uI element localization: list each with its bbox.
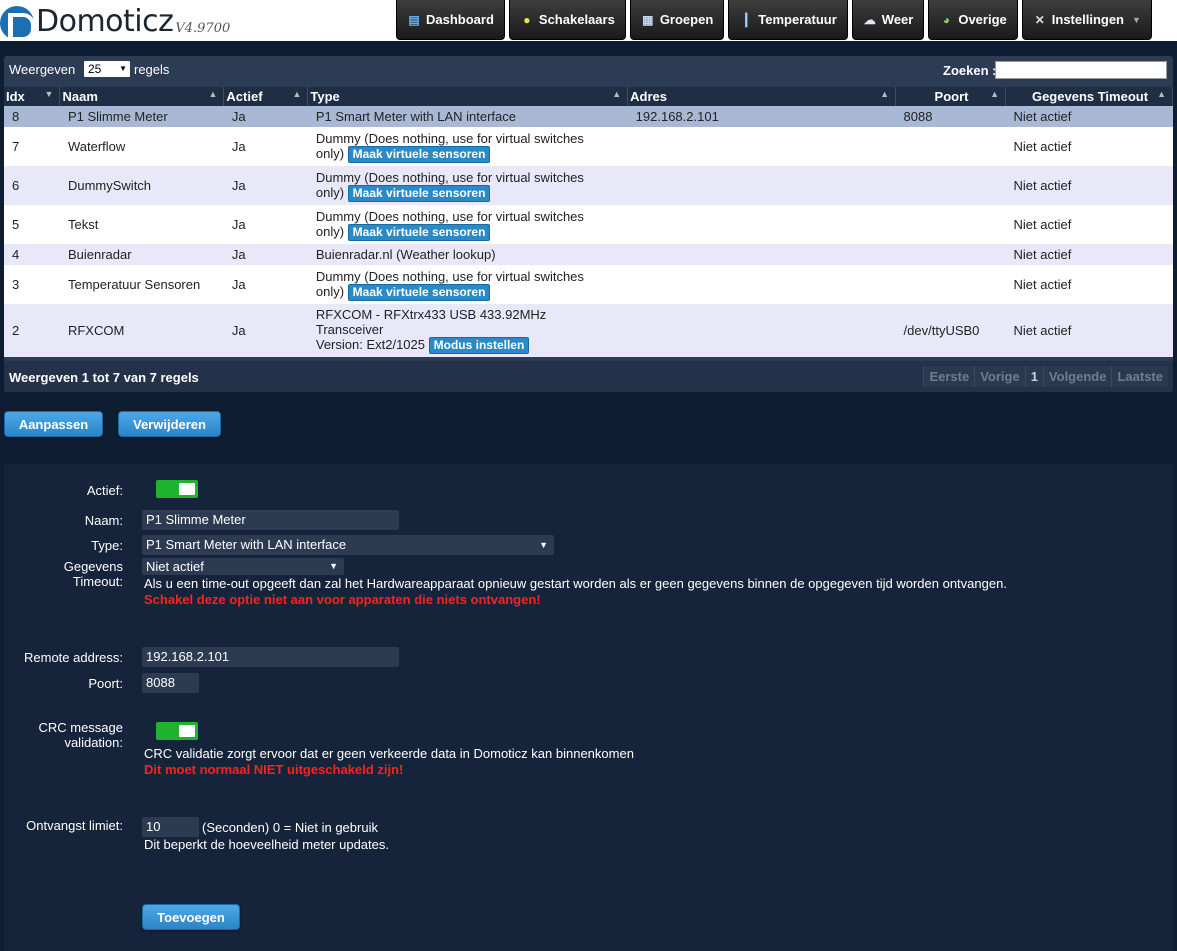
poort-input[interactable]: 8088 xyxy=(142,673,199,693)
type-cell: RFXCOM - RFXtrx433 USB 433.92MHz Transcei… xyxy=(307,304,628,357)
type-cell: Dummy (Does nothing, use for virtual swi… xyxy=(307,166,628,205)
table-row[interactable]: 2 RFXCOM Ja RFXCOM - RFXtrx433 USB 433.9… xyxy=(4,304,1173,357)
pager-page-1[interactable]: 1 xyxy=(1024,366,1043,387)
limiet-input[interactable]: 10 xyxy=(142,817,199,837)
hardware-table: Idx ▼ Naam ▲ Actief ▲ Type ▲ Adres ▲ Poort ▲ G… xyxy=(4,87,1173,357)
weather-icon: ☁ xyxy=(863,12,876,27)
create-virtual-sensors-button[interactable]: Maak virtuele sensoren xyxy=(347,283,491,301)
rows-label: regels xyxy=(134,62,170,77)
nav-groepen[interactable]: ▦ Groepen xyxy=(629,0,725,40)
chevron-down-icon: ▼ xyxy=(539,540,548,550)
timeout-warning: Schakel deze optie niet aan voor apparat… xyxy=(144,592,541,607)
page-length-select[interactable]: 25 xyxy=(84,61,130,77)
col-idx[interactable]: Idx ▼ xyxy=(4,87,61,106)
lightbulb-icon: ● xyxy=(523,12,531,27)
set-mode-button[interactable]: Modus instellen xyxy=(428,337,530,354)
pager-first[interactable]: Eerste xyxy=(923,366,975,387)
crc-help: CRC validatie zorgt ervoor dat er geen v… xyxy=(144,746,634,761)
timeout-select[interactable]: Niet actief ▼ xyxy=(142,558,344,575)
crc-warning: Dit moet normaal NIET uitgeschakeld zijn… xyxy=(144,762,404,777)
col-timeout[interactable]: Gegevens Timeout ▲ xyxy=(1005,87,1173,106)
delete-button[interactable]: Verwijderen xyxy=(118,411,221,437)
nav-temperatuur[interactable]: ┃ Temperatuur xyxy=(728,0,848,40)
dashboard-icon: ▤ xyxy=(408,12,420,27)
remote-address-input[interactable]: 192.168.2.101 xyxy=(142,647,399,667)
actief-label: Actief: xyxy=(86,483,123,498)
create-virtual-sensors-button[interactable]: Maak virtuele sensoren xyxy=(347,145,491,163)
timeout-help: Als u een time-out opgeeft dan zal het H… xyxy=(144,576,1007,591)
main-nav: ▤ Dashboard ● Schakelaars ▦ Groepen ┃ Temper… xyxy=(396,0,1152,40)
crc-label: CRC message validation: xyxy=(38,720,123,750)
version-label: V4.9700 xyxy=(175,21,231,36)
sort-icon: ▲ xyxy=(1157,89,1166,99)
timeout-label: Gegevens Timeout: xyxy=(63,559,123,589)
pagination: Eerste Vorige 1 Volgende Laatste xyxy=(923,366,1168,387)
table-row[interactable]: 4 Buienradar Ja Buienradar.nl (Weather l… xyxy=(4,244,1173,265)
type-cell: Dummy (Does nothing, use for virtual swi… xyxy=(307,205,628,244)
limiet-help: Dit beperkt de hoeveelheid meter updates… xyxy=(144,837,389,852)
nav-schakelaars[interactable]: ● Schakelaars xyxy=(508,0,626,40)
sort-desc-icon: ▼ xyxy=(44,89,54,99)
edit-button[interactable]: Aanpassen xyxy=(4,411,103,437)
table-toolbar: Weergeven 25 regels Zoeken : xyxy=(4,56,1173,86)
naam-label: Naam: xyxy=(84,513,123,528)
chevron-down-icon: ▼ xyxy=(1132,14,1141,25)
table-footer: Weergeven 1 tot 7 van 7 regels Eerste Vo… xyxy=(4,361,1173,392)
add-button[interactable]: Toevoegen xyxy=(142,904,240,930)
actief-toggle[interactable] xyxy=(156,480,198,498)
type-label: Type: xyxy=(91,538,123,553)
domoticz-logo-icon xyxy=(0,6,35,41)
col-naam[interactable]: Naam ▲ xyxy=(59,87,225,106)
table-row[interactable]: 7 Waterflow Ja Dummy (Does nothing, use … xyxy=(4,127,1173,166)
sort-icon: ▲ xyxy=(990,89,1000,99)
pager-previous[interactable]: Vorige xyxy=(974,366,1025,387)
table-info: Weergeven 1 tot 7 van 7 regels xyxy=(9,370,199,385)
pager-last[interactable]: Laatste xyxy=(1111,366,1168,387)
sort-icon: ▲ xyxy=(880,89,890,99)
table-row[interactable]: 8 P1 Slimme Meter Ja P1 Smart Meter with… xyxy=(4,106,1173,127)
utility-icon: ◕ xyxy=(942,12,950,27)
search-label: Zoeken : xyxy=(943,63,997,78)
nav-instellingen[interactable]: ✕ Instellingen ▼ xyxy=(1021,0,1152,40)
limiet-unit: (Seconden) 0 = Niet in gebruik xyxy=(202,820,378,835)
create-virtual-sensors-button[interactable]: Maak virtuele sensoren xyxy=(347,184,491,202)
sort-icon: ▲ xyxy=(612,89,622,99)
hardware-table-panel: Weergeven 25 regels Zoeken : Idx▼ Naam▲ … xyxy=(4,56,1173,392)
sort-icon: ▲ xyxy=(208,89,218,99)
pager-next[interactable]: Volgende xyxy=(1042,366,1112,387)
col-type[interactable]: Type ▲ xyxy=(307,87,629,106)
col-actief[interactable]: Actief ▲ xyxy=(223,87,309,106)
crc-toggle[interactable] xyxy=(156,722,198,740)
search-input[interactable] xyxy=(995,61,1167,79)
sort-icon: ▲ xyxy=(292,89,302,99)
naam-input[interactable]: P1 Slimme Meter xyxy=(142,510,399,530)
table-header-row: Idx ▼ Naam ▲ Actief ▲ Type ▲ Adres ▲ Poort ▲ G… xyxy=(4,87,1173,106)
nav-weer[interactable]: ☁ Weer xyxy=(851,0,925,40)
scene-icon: ▦ xyxy=(642,12,654,27)
nav-overige[interactable]: ◕ Overige xyxy=(928,0,1018,40)
table-row[interactable]: 5 Tekst Ja Dummy (Does nothing, use for … xyxy=(4,205,1173,244)
create-virtual-sensors-button[interactable]: Maak virtuele sensoren xyxy=(347,223,491,241)
show-label: Weergeven xyxy=(9,62,76,77)
col-adres[interactable]: Adres ▲ xyxy=(627,87,897,106)
table-row[interactable]: 3 Temperatuur Sensoren Ja Dummy (Does no… xyxy=(4,265,1173,304)
poort-label: Poort: xyxy=(88,676,123,691)
chevron-down-icon: ▼ xyxy=(329,561,338,571)
type-cell: Dummy (Does nothing, use for virtual swi… xyxy=(307,265,628,304)
tools-icon: ✕ xyxy=(1034,12,1045,27)
domoticz-logo[interactable]: Domoticz V4.9700 xyxy=(0,2,231,41)
top-header: Domoticz V4.9700 ▤ Dashboard ● Schakelaars… xyxy=(0,0,1177,41)
limiet-label: Ontvangst limiet: xyxy=(26,818,123,833)
remote-address-label: Remote address: xyxy=(24,650,123,665)
type-select[interactable]: P1 Smart Meter with LAN interface ▼ xyxy=(142,535,554,555)
logo-text: Domoticz xyxy=(36,4,174,39)
table-row[interactable]: 6 DummySwitch Ja Dummy (Does nothing, us… xyxy=(4,166,1173,205)
nav-dashboard[interactable]: ▤ Dashboard xyxy=(396,0,505,40)
col-poort[interactable]: Poort ▲ xyxy=(895,87,1007,106)
type-cell: Dummy (Does nothing, use for virtual swi… xyxy=(307,127,628,166)
thermometer-icon: ┃ xyxy=(742,12,750,27)
